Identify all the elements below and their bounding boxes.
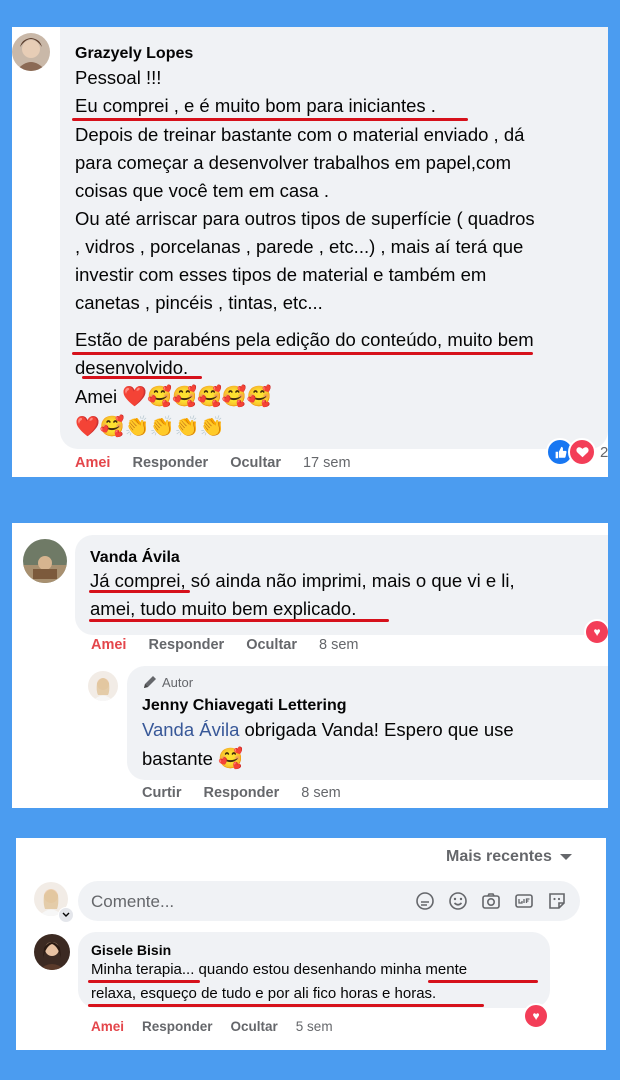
avatar[interactable] — [23, 539, 67, 583]
highlight-underline — [428, 980, 538, 983]
love-reaction-icon — [568, 438, 596, 466]
comment-line: Depois de treinar bastante com o materia… — [75, 124, 525, 145]
timestamp[interactable]: 8 sem — [319, 637, 359, 653]
comment-author[interactable]: Gisele Bisin — [91, 942, 171, 958]
reply-button[interactable]: Responder — [148, 637, 224, 653]
comment-line: Ou até arriscar para outros tipos de sup… — [75, 208, 535, 229]
emoji-icon[interactable] — [448, 891, 468, 911]
comment-line: , vidros , porcelanas , parede , etc...)… — [75, 236, 524, 257]
hide-button[interactable]: Ocultar — [230, 455, 281, 471]
like-button[interactable]: Curtir — [142, 785, 181, 801]
avatar[interactable] — [88, 671, 118, 701]
comment-panel-1: Grazyely Lopes Pessoal !!! Eu comprei , … — [12, 27, 608, 477]
comment-author[interactable]: Vanda Ávila — [90, 549, 180, 567]
timestamp[interactable]: 17 sem — [303, 455, 351, 471]
reaction-summary[interactable]: 2 — [546, 438, 608, 466]
highlight-underline — [89, 590, 190, 593]
reply-actions: Curtir Responder 8 sem — [142, 785, 363, 801]
comment-author[interactable]: Grazyely Lopes — [75, 45, 193, 63]
comment-line: Minha terapia... quando estou desenhando… — [91, 961, 468, 978]
reply-button[interactable]: Responder — [132, 455, 208, 471]
avatar-photo-icon — [88, 671, 118, 701]
sticker-icon[interactable] — [547, 891, 567, 911]
camera-icon[interactable] — [481, 891, 501, 911]
timestamp[interactable]: 5 sem — [296, 1019, 333, 1034]
hide-button[interactable]: Ocultar — [246, 637, 297, 653]
sort-label: Mais recentes — [446, 848, 552, 865]
comment-line: coisas que você tem em casa . — [75, 180, 329, 201]
smiling-hearts-emoji-icon: 🥰 — [147, 386, 173, 408]
comment-line: Estão de parabéns pela edição do conteúd… — [75, 329, 534, 350]
comment-line: Já comprei, só ainda não imprimi, mais o… — [90, 570, 515, 591]
comment-panel-2: Vanda Ávila Já comprei, só ainda não imp… — [12, 523, 608, 808]
smiling-hearts-emoji-icon: 🥰 — [197, 386, 222, 408]
amei-line: Amei ❤️🥰🥰🥰🥰🥰 — [75, 385, 272, 409]
smiling-hearts-emoji-icon: 🥰 — [246, 386, 272, 408]
sort-dropdown[interactable]: Mais recentes — [446, 848, 573, 866]
reply-line: Vanda Ávila obrigada Vanda! Espero que u… — [142, 719, 514, 741]
highlight-underline — [88, 1004, 484, 1007]
comment-line: canetas , pincéis , tintas, etc... — [75, 292, 323, 313]
smiling-hearts-emoji-icon: 🥰 — [172, 386, 198, 408]
highlight-underline — [72, 352, 533, 355]
comment-actions: Amei Responder Ocultar 17 sem — [75, 455, 373, 471]
highlight-underline — [89, 619, 389, 622]
avatar[interactable] — [12, 33, 50, 71]
author-badge: Autor — [142, 674, 193, 690]
composer-placeholder: Comente... — [91, 892, 175, 911]
smiling-hearts-emoji-icon: 🥰 — [99, 416, 125, 438]
comment-actions: Amei Responder Ocultar 5 sem — [91, 1019, 355, 1034]
clapping-emoji-icon: 👏 — [199, 416, 225, 438]
author-badge-label: Autor — [162, 674, 194, 690]
love-reaction-button[interactable]: Amei — [75, 455, 110, 471]
clapping-emoji-icon: 👏 — [149, 416, 175, 438]
heart-emoji-icon: ❤️ — [75, 416, 100, 438]
avatar-photo-icon — [12, 33, 50, 71]
avatar-photo-icon — [34, 934, 70, 970]
amei-text: Amei — [75, 386, 118, 407]
reply-text: obrigada Vanda! Espero que use — [239, 719, 514, 740]
smiling-hearts-emoji-icon: 🥰 — [221, 386, 247, 408]
love-reaction-button[interactable]: Amei — [91, 637, 126, 653]
caret-down-icon — [559, 854, 572, 860]
clapping-emoji-icon: 👏 — [174, 416, 200, 438]
love-reaction-icon[interactable]: ♥ — [584, 619, 608, 645]
comment-panel-3: Mais recentes Comente... Gisele Bisin Mi… — [16, 838, 606, 1050]
reply-line: bastante 🥰 — [142, 747, 243, 771]
comment-line: investir com esses tipos de material e t… — [75, 264, 487, 285]
love-reaction-button[interactable]: Amei — [91, 1019, 124, 1034]
gif-icon[interactable] — [514, 891, 534, 911]
pencil-icon — [144, 676, 156, 688]
reply-button[interactable]: Responder — [142, 1019, 213, 1034]
comment-actions: Amei Responder Ocultar 8 sem — [91, 637, 380, 653]
reply-author[interactable]: Jenny Chiavegati Lettering — [142, 697, 347, 715]
chevron-down-icon[interactable] — [58, 907, 74, 923]
timestamp[interactable]: 8 sem — [301, 785, 341, 801]
reply-button[interactable]: Responder — [203, 785, 279, 801]
emoji-line: ❤️🥰👏👏👏👏 — [75, 415, 224, 439]
comment-line: Pessoal !!! — [75, 67, 162, 88]
avatar-sticker-icon[interactable] — [415, 891, 435, 911]
avatar-photo-icon — [23, 539, 67, 583]
comment-line: para começar a desenvolver trabalhos em … — [75, 152, 512, 173]
clapping-emoji-icon: 👏 — [124, 416, 150, 438]
avatar[interactable] — [34, 934, 70, 970]
smiling-hearts-emoji-icon: 🥰 — [218, 748, 244, 770]
love-reaction-icon[interactable]: ♥ — [523, 1003, 549, 1029]
heart-emoji-icon: ❤️ — [122, 386, 148, 408]
highlight-underline — [88, 980, 200, 983]
comment-line: relaxa, esqueço de tudo e por ali fico h… — [91, 985, 437, 1002]
comment-composer[interactable]: Comente... — [78, 881, 580, 921]
reaction-count: 2 — [600, 443, 608, 461]
reply-text: bastante — [142, 748, 213, 769]
hide-button[interactable]: Ocultar — [231, 1019, 278, 1034]
comment-line: Eu comprei , e é muito bom para iniciant… — [75, 95, 436, 116]
comment-line: amei, tudo muito bem explicado. — [90, 598, 357, 619]
highlight-underline — [82, 376, 202, 379]
mention-link[interactable]: Vanda Ávila — [142, 719, 239, 740]
highlight-underline — [72, 118, 468, 121]
